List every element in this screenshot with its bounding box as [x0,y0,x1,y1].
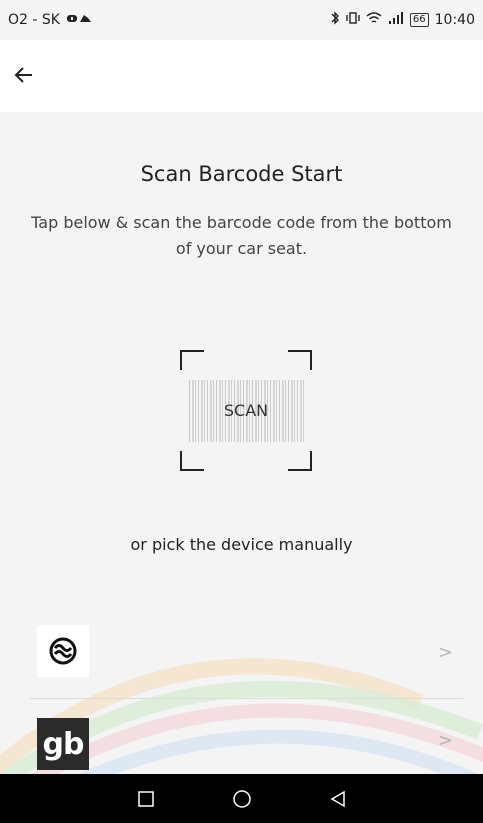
clock: 10:40 [434,12,475,28]
recents-square-icon [137,790,154,807]
signal-icon [388,11,404,29]
row-divider [30,698,463,699]
bluetooth-icon [330,11,340,29]
pick-manually-label: or pick the device manually [130,535,353,554]
brand-swirl-icon [37,625,89,677]
app-screen: O2 - SK 66 10:40 Scan Barcode Start Tap … [0,0,483,823]
page-subtitle: Tap below & scan the barcode code from t… [31,213,452,258]
wifi-icon [366,11,382,29]
status-bar-right: 66 10:40 [330,11,475,29]
scan-label: SCAN [223,401,269,420]
home-circle-icon [232,789,251,808]
scan-button[interactable]: SCAN [176,348,316,473]
carrier-label: O2 - SK [8,12,60,28]
chevron-right-icon: > [437,730,453,751]
vibrate-icon [346,11,360,29]
device-row-gb[interactable]: gb > [0,710,483,774]
gb-logo: gb [37,718,89,770]
recents-button[interactable] [132,785,160,813]
chevron-right-icon: > [437,642,453,663]
home-button[interactable] [228,785,256,813]
battery-indicator: 66 [409,13,429,27]
status-bar: O2 - SK 66 10:40 [0,0,483,40]
device-row-swirl[interactable]: > [0,622,483,692]
arrow-left-icon [14,67,32,83]
back-button[interactable] [10,60,40,90]
system-back-button[interactable] [324,785,352,813]
back-triangle-icon [330,790,345,807]
main-content: Scan Barcode Start Tap below & scan the … [0,112,483,774]
system-nav-bar [0,774,483,823]
app-bar [0,40,483,112]
page-title: Scan Barcode Start [140,162,343,186]
status-bar-left: O2 - SK [8,12,92,28]
cloud-icon [66,12,92,28]
